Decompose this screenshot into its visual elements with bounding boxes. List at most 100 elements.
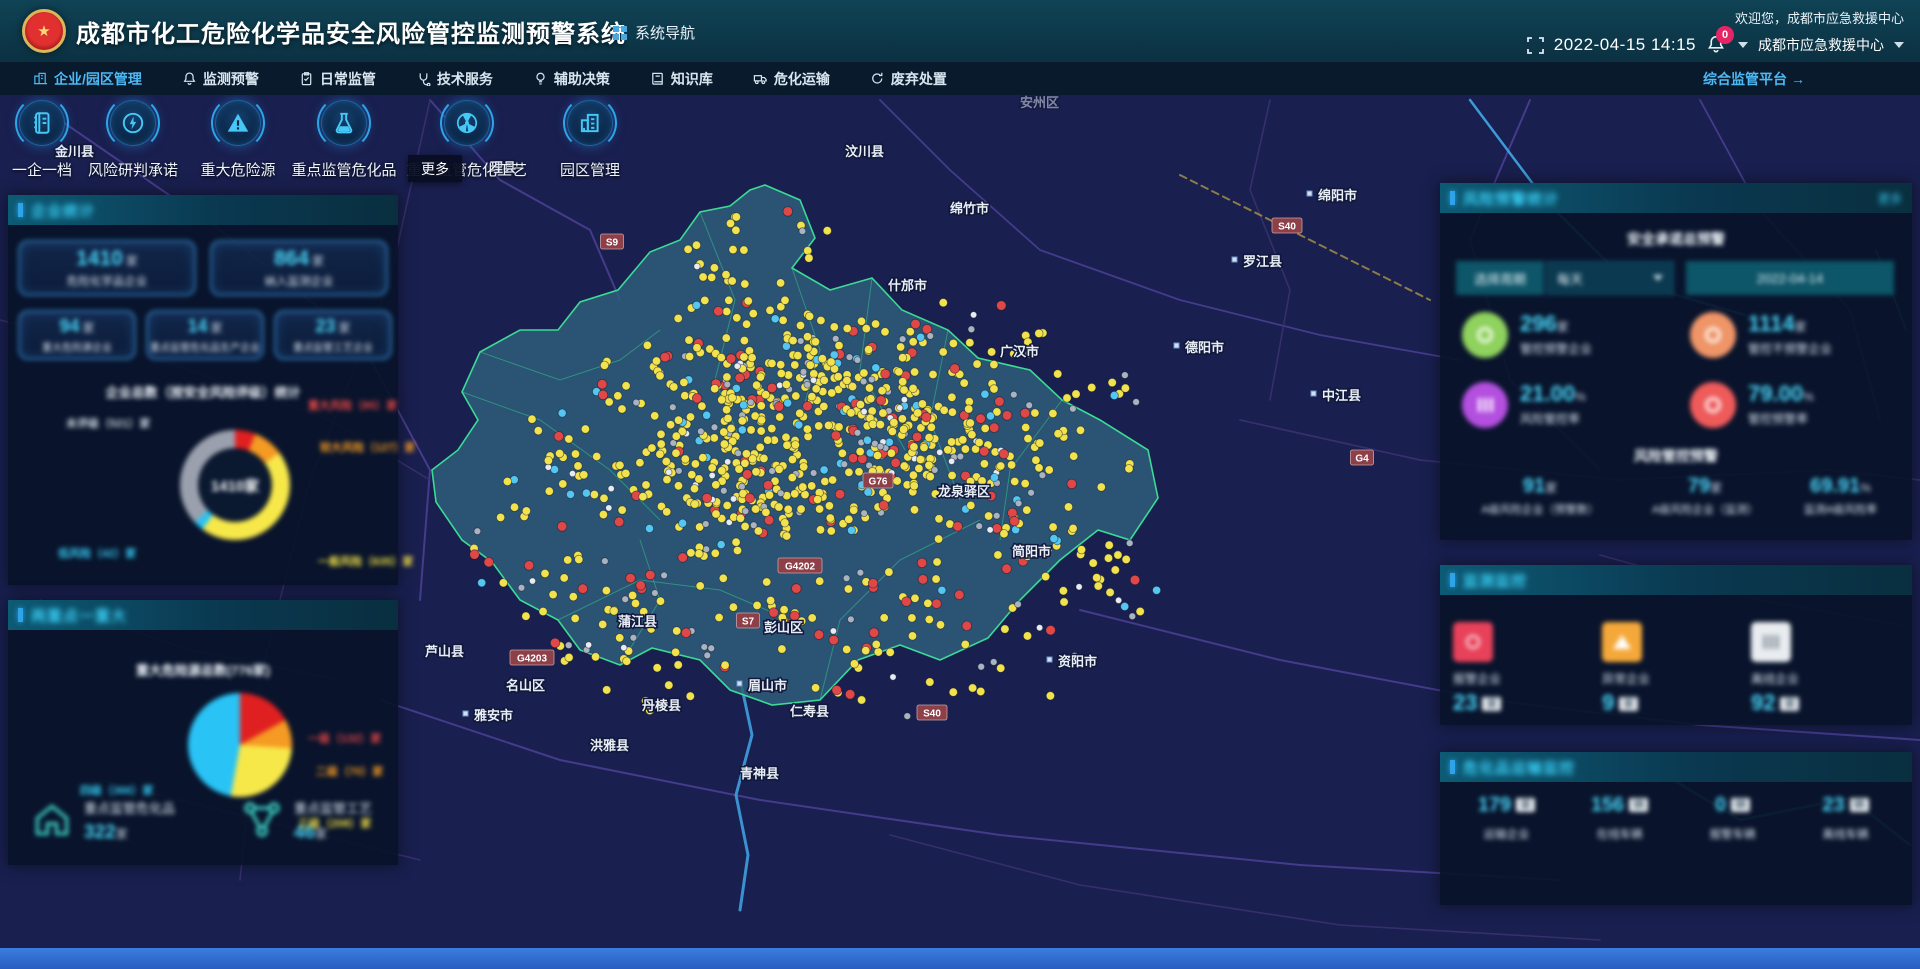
panel-title: 两重点一重大 bbox=[31, 605, 127, 626]
nav-item-waste-disposal[interactable]: 废弃处置 bbox=[870, 69, 947, 89]
warning-stat-green: 296家 管控预警企业 bbox=[1462, 312, 1592, 358]
platform-link-label: 综合监管平台 bbox=[1703, 69, 1787, 89]
quick-item-park-management[interactable]: 园区管理 bbox=[515, 100, 665, 180]
transport-stat-3: 0辆 报警车辆 bbox=[1676, 794, 1789, 842]
stat-box-hazchem-enterprises[interactable]: 1410家 危险化学品企业 bbox=[18, 240, 196, 296]
recycle-icon bbox=[870, 71, 885, 86]
orange-circle-icon bbox=[1690, 312, 1736, 358]
transport-stat-2: 156辆 在线车辆 bbox=[1563, 794, 1676, 842]
panel-two-key-one-major: 两重点一重大 重大危险源总数(776家) 重点监管危化品 322家 重点监管工艺… bbox=[8, 600, 398, 865]
service-icon bbox=[416, 71, 431, 86]
major-hazard-pie-chart bbox=[188, 693, 292, 797]
monitor-label: 报警企业 bbox=[1453, 670, 1501, 687]
building-icon bbox=[33, 71, 48, 86]
nav-item-daily-supervision[interactable]: 日常监管 bbox=[299, 69, 376, 89]
fullscreen-icon[interactable] bbox=[1527, 37, 1544, 54]
purple-circle-icon bbox=[1462, 382, 1508, 428]
notification-bell-icon[interactable]: 0 bbox=[1706, 34, 1728, 56]
chart-callout-label: 二级（70）家 bbox=[316, 763, 383, 779]
transport-stat-4: 23辆 离线车辆 bbox=[1789, 794, 1902, 842]
notification-badge: 0 bbox=[1716, 26, 1734, 44]
offline-square-icon bbox=[1751, 622, 1791, 662]
filter-label: 选择周期 bbox=[1456, 261, 1544, 295]
abnormal-square-icon bbox=[1602, 622, 1642, 662]
caret-down-icon[interactable] bbox=[1894, 42, 1904, 48]
dashboard-root: S9S40G76G4202G4203S7S40G4金川县理县汶川县安州区绵阳市绵… bbox=[0, 0, 1920, 969]
radiation-icon bbox=[454, 110, 480, 136]
svg-text:青神县: 青神县 bbox=[740, 766, 779, 781]
svg-text:简阳市: 简阳市 bbox=[1012, 544, 1051, 559]
system-nav-button[interactable]: 系统导航 bbox=[612, 22, 695, 43]
platform-link[interactable]: 综合监管平台 → bbox=[1703, 69, 1805, 89]
svg-text:汶川县: 汶川县 bbox=[845, 144, 884, 159]
map-more-button[interactable]: 更多 bbox=[408, 155, 462, 182]
svg-text:德阳市: 德阳市 bbox=[1185, 340, 1224, 355]
truck-icon bbox=[753, 71, 768, 86]
caret-down-icon[interactable] bbox=[1738, 42, 1748, 48]
svg-text:绵阳市: 绵阳市 bbox=[1318, 188, 1357, 203]
chart-callout-label: 一级（132）家 bbox=[308, 730, 381, 746]
chart-callout-label: 四级（366）家 bbox=[80, 782, 153, 798]
nav-label: 危化运输 bbox=[774, 69, 830, 89]
nav-item-enterprise-park[interactable]: 企业/园区管理 bbox=[33, 69, 142, 89]
flask-icon bbox=[331, 110, 357, 136]
svg-text:罗江县: 罗江县 bbox=[1243, 254, 1282, 269]
panel-title: 监测监控 bbox=[1463, 570, 1527, 591]
org-dropdown[interactable]: 成都市应急救援中心 bbox=[1758, 35, 1884, 55]
chart-callout-label: 重大风险（85）家 bbox=[308, 397, 397, 413]
svg-text:安州区: 安州区 bbox=[1020, 95, 1059, 110]
svg-text:龙泉驿区: 龙泉驿区 bbox=[938, 484, 990, 499]
svg-text:雅安市: 雅安市 bbox=[474, 708, 513, 723]
stat-box-monitored-enterprises[interactable]: 864家 纳入监测企业 bbox=[210, 240, 388, 296]
sub-section-title: 风险管控预警 bbox=[1440, 446, 1912, 466]
grid-icon bbox=[612, 25, 628, 41]
arrow-right-icon: → bbox=[1791, 71, 1805, 87]
transport-stat-1: 179家 运输企业 bbox=[1450, 794, 1563, 842]
panel-risk-warning: 风险预警统计 更多 安全承诺总预警 选择周期 每天 2022-04-14 296… bbox=[1440, 183, 1912, 540]
svg-text:绵竹市: 绵竹市 bbox=[950, 201, 989, 216]
svg-text:彭山区: 彭山区 bbox=[764, 620, 803, 635]
svg-text:S40: S40 bbox=[1278, 222, 1296, 233]
monitor-value: 9家 bbox=[1602, 690, 1638, 716]
chart-callout-label: 较大风险（127）家 bbox=[320, 439, 415, 455]
monitor-value: 23家 bbox=[1453, 690, 1501, 716]
svg-text:蒲江县: 蒲江县 bbox=[618, 614, 657, 629]
chart-callout-label: 未评级（521）家 bbox=[66, 415, 150, 431]
archive-icon bbox=[29, 110, 55, 136]
nav-item-knowledge-base[interactable]: 知识库 bbox=[650, 69, 713, 89]
nav-item-monitor-warning[interactable]: 监测预警 bbox=[182, 69, 259, 89]
process-icon bbox=[240, 798, 284, 842]
more-link[interactable]: 更多 bbox=[1878, 190, 1902, 207]
svg-text:S40: S40 bbox=[923, 709, 941, 720]
nav-item-hazmat-transport[interactable]: 危化运输 bbox=[753, 69, 830, 89]
svg-text:资阳市: 资阳市 bbox=[1058, 654, 1097, 669]
app-header: ★ 成都市化工危险化学品安全风险管控监测预警系统 系统导航 欢迎您，成都市应急救… bbox=[0, 0, 1920, 62]
panel-enterprise-stats: 企业统计 1410家 危险化学品企业 864家 纳入监测企业 94家 重大危险源… bbox=[8, 195, 398, 585]
datetime: 2022-04-15 14:15 bbox=[1554, 35, 1696, 55]
caret-down-icon bbox=[1653, 275, 1663, 281]
panel-transport-monitoring: 危化品运输监控 179家 运输企业 156辆 在线车辆 0辆 报警车辆 23辆 … bbox=[1440, 752, 1912, 905]
bell-icon bbox=[182, 71, 197, 86]
date-picker[interactable]: 2022-04-14 bbox=[1686, 261, 1894, 295]
warning-icon bbox=[225, 110, 251, 136]
stat-box-key-process-enterprises[interactable]: 23家 重点监管工艺企业 bbox=[274, 310, 392, 360]
svg-text:G4202: G4202 bbox=[785, 562, 815, 573]
svg-text:广汉市: 广汉市 bbox=[1000, 344, 1039, 359]
nav-item-tech-service[interactable]: 技术服务 bbox=[416, 69, 493, 89]
chart-callout-label: 低风险（42）家 bbox=[58, 545, 136, 561]
panel-title: 企业统计 bbox=[31, 200, 95, 221]
park-icon bbox=[577, 110, 603, 136]
nav-label: 知识库 bbox=[671, 69, 713, 89]
warning-stat-purple: 21.00% 风险管控率 bbox=[1462, 382, 1586, 428]
period-dropdown[interactable]: 每天 bbox=[1546, 261, 1674, 295]
book-icon bbox=[650, 71, 665, 86]
app-logo-icon: ★ bbox=[22, 9, 66, 53]
nav-item-decision-support[interactable]: 辅助决策 bbox=[533, 69, 610, 89]
svg-text:S9: S9 bbox=[606, 238, 619, 249]
svg-text:什邡市: 什邡市 bbox=[888, 278, 927, 293]
stat-box-major-hazard-enterprises[interactable]: 94家 重大危险源企业 bbox=[18, 310, 136, 360]
stat-box-key-chemical-producers[interactable]: 14家 重点监管危化品生产企业 bbox=[146, 310, 264, 360]
footer-stat-key-chemicals: 重点监管危化品 322家 bbox=[30, 798, 175, 844]
main-nav: 企业/园区管理 监测预警 日常监管 技术服务 辅助决策 知识库 bbox=[0, 62, 1920, 95]
nav-label: 辅助决策 bbox=[554, 69, 610, 89]
